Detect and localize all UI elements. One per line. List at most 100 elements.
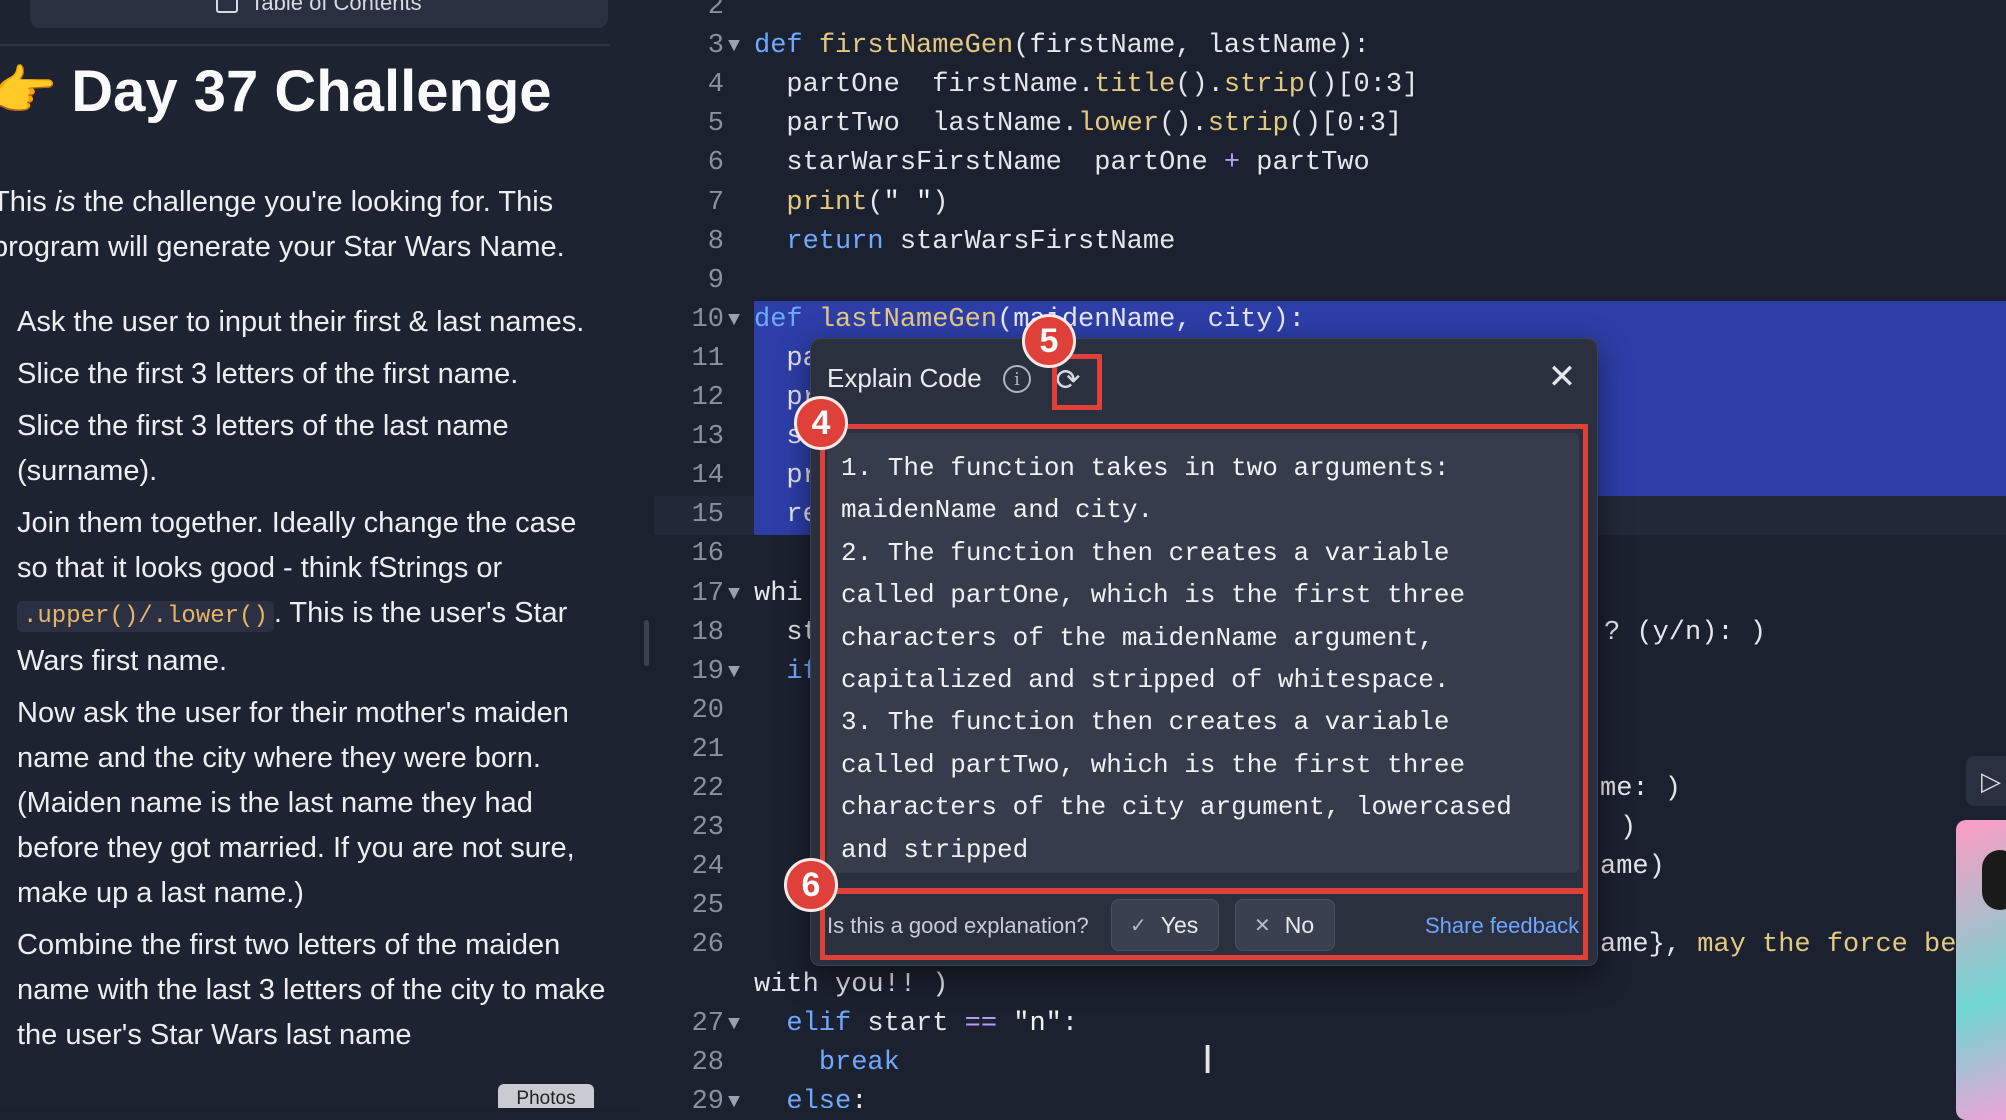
line-number: 6 [654, 144, 724, 183]
video-thumbnail[interactable] [1956, 820, 2006, 1120]
steps-list: .Ask the user to input their first & las… [0, 300, 612, 1065]
step-text: Slice the first 3 letters of the last na… [17, 410, 509, 487]
code-line[interactable]: 28 break [654, 1044, 2006, 1083]
toc-label: Table of Contents [250, 0, 421, 16]
intro-prefix: This [0, 186, 55, 218]
line-number: 28 [654, 1044, 724, 1083]
code-text: def firstNameGen(firstName, lastName): [754, 27, 1370, 66]
annotation-badge-4: 4 [794, 396, 848, 450]
code-text: with you!! ) [754, 966, 948, 1005]
line-number: 8 [654, 223, 724, 262]
line-number: 13 [654, 418, 724, 457]
line-number: 21 [654, 731, 724, 770]
code-line[interactable]: 27▼ elif start == "n": [654, 1005, 2006, 1044]
code-line[interactable]: 4 partOne firstName.title().strip()[0:3] [654, 66, 2006, 105]
step-text: Slice the first 3 letters of the first n… [17, 358, 518, 390]
panel-resize-handle[interactable] [644, 620, 649, 666]
line-number: 16 [654, 535, 724, 574]
line-number: 26 [654, 926, 724, 965]
code-text-fragment: me: ) [1600, 770, 1681, 809]
fold-arrow-icon[interactable]: ▼ [728, 575, 740, 614]
list-item: .Slice the first 3 letters of the last n… [0, 404, 612, 494]
annotation-box-feedback [820, 888, 1588, 960]
code-line[interactable]: 7 print(" ") [654, 184, 2006, 223]
list-item: .Join them together. Ideally change the … [0, 501, 612, 684]
intro-paragraph: This is the challenge you're looking for… [0, 180, 592, 270]
step-text: Join them together. Ideally change the c… [17, 507, 576, 584]
fold-arrow-icon[interactable]: ▼ [728, 653, 740, 692]
code-text-fragment: ame) [1600, 848, 1665, 887]
line-number: 15 [654, 496, 724, 535]
code-line[interactable]: 9 [654, 262, 2006, 301]
code-line[interactable]: 2 [654, 0, 2006, 27]
intro-suffix: the challenge you're looking for. This p… [0, 186, 565, 263]
code-text: partTwo lastName.lower().strip()[0:3] [754, 105, 1402, 144]
list-item: .Combine the first two letters of the ma… [0, 923, 612, 1058]
code-line[interactable]: 6 starWarsFirstName partOne + partTwo [654, 144, 2006, 183]
code-text: starWarsFirstName partOne + partTwo [754, 144, 1370, 183]
inline-code: .upper()/.lower() [17, 601, 274, 632]
list-icon [216, 0, 238, 13]
line-number: 10 [654, 301, 724, 340]
fold-arrow-icon[interactable]: ▼ [728, 301, 740, 340]
code-text: break [754, 1044, 900, 1083]
line-number: 29 [654, 1083, 724, 1108]
line-number: 12 [654, 379, 724, 418]
popup-title: Explain Code [827, 363, 982, 394]
line-number: 2 [654, 0, 724, 27]
line-number: 19 [654, 653, 724, 692]
code-line[interactable]: 10▼def lastNameGen(maidenName, city): [654, 301, 2006, 340]
code-text-fragment: ame}, may the force be [1600, 926, 1956, 965]
thumbnail-figure [1982, 850, 2006, 910]
line-number: 25 [654, 887, 724, 926]
line-number: 20 [654, 692, 724, 731]
list-item: .Now ask the user for their mother's mai… [0, 691, 612, 916]
line-number: 3 [654, 27, 724, 66]
fold-arrow-icon[interactable]: ▼ [728, 27, 740, 66]
line-number: 14 [654, 457, 724, 496]
code-text: print(" ") [754, 184, 948, 223]
divider [0, 44, 610, 46]
line-number: 5 [654, 105, 724, 144]
line-number: 27 [654, 1005, 724, 1044]
code-text: return starWarsFirstName [754, 223, 1175, 262]
fold-arrow-icon[interactable]: ▼ [728, 1005, 740, 1044]
line-number: 22 [654, 770, 724, 809]
annotation-box-explanation [820, 424, 1588, 894]
step-text: Combine the first two letters of the mai… [17, 929, 605, 1051]
text-cursor-icon: I [1202, 1038, 1213, 1082]
code-text: else: [754, 1083, 867, 1108]
code-line[interactable]: with you!! ) [654, 966, 2006, 1005]
challenge-title: Day 37 Challenge [71, 58, 551, 125]
info-icon[interactable]: i [1003, 365, 1031, 393]
line-number: 23 [654, 809, 724, 848]
list-item: .Slice the first 3 letters of the first … [0, 352, 612, 397]
fold-arrow-icon[interactable]: ▼ [728, 1083, 740, 1108]
code-line[interactable]: 8 return starWarsFirstName [654, 223, 2006, 262]
table-of-contents-button[interactable]: Table of Contents [30, 0, 608, 28]
photos-tag[interactable]: Photos [498, 1084, 594, 1108]
annotation-badge-6: 6 [784, 858, 838, 912]
page-title: 👉 Day 37 Challenge [0, 58, 552, 125]
line-number: 4 [654, 66, 724, 105]
line-number: 11 [654, 340, 724, 379]
code-text: whi [754, 575, 803, 614]
pointing-hand-icon: 👉 [0, 60, 57, 123]
close-icon[interactable]: ✕ [1543, 357, 1581, 397]
code-text: elif start == "n": [754, 1005, 1078, 1044]
instructions-panel: Table of Contents 👉 Day 37 Challenge Thi… [0, 0, 640, 1108]
line-number: 7 [654, 184, 724, 223]
code-text: partOne firstName.title().strip()[0:3] [754, 66, 1418, 105]
line-number: 18 [654, 614, 724, 653]
annotation-badge-5: 5 [1022, 314, 1076, 368]
step-text: Ask the user to input their first & last… [17, 306, 584, 338]
code-line[interactable]: 29▼ else: [654, 1083, 2006, 1108]
play-icon[interactable]: ▷ [1966, 756, 2006, 806]
code-line[interactable]: 5 partTwo lastName.lower().strip()[0:3] [654, 105, 2006, 144]
line-number: 9 [654, 262, 724, 301]
line-number: 17 [654, 575, 724, 614]
list-item: .Ask the user to input their first & las… [0, 300, 612, 345]
line-number: 24 [654, 848, 724, 887]
intro-emphasis: is [55, 186, 76, 218]
code-line[interactable]: 3▼ def firstNameGen(firstName, lastName): [654, 27, 2006, 66]
